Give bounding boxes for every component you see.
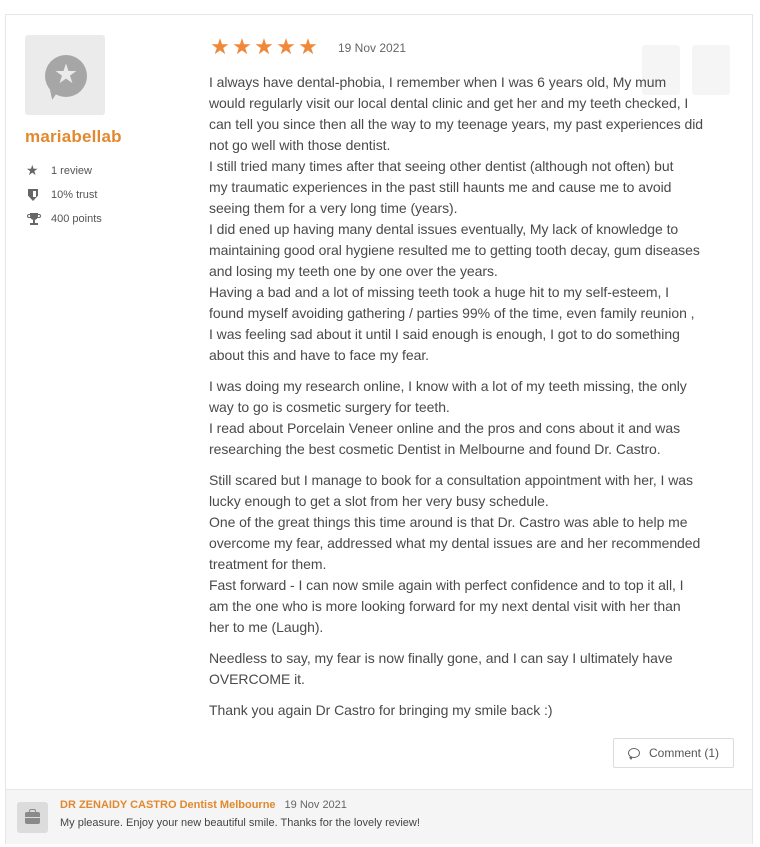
review-card: ★ mariabellab ★ 1 review 10% trust 400 p… [5, 14, 753, 844]
avatar-star-icon: ★ [53, 59, 79, 90]
stat-reviews-text: 1 review [51, 165, 92, 177]
review-line: Having a bad and a lot of missing teeth … [209, 284, 670, 300]
review-line: I did ened up having many dental issues … [209, 221, 679, 237]
review-line: Thank you again Dr Castro for bringing m… [209, 702, 553, 718]
review-paragraph: I was doing my research online, I know w… [209, 376, 739, 460]
review-line: found myself avoiding gathering / partie… [209, 305, 695, 321]
review-line: OVERCOME it. [209, 671, 305, 687]
comment-bubble-icon [627, 748, 640, 760]
owner-reply: DR ZENAIDY CASTRO Dentist Melbourne 19 N… [6, 789, 752, 844]
reply-message: My pleasure. Enjoy your new beautiful sm… [60, 817, 420, 829]
briefcase-icon [17, 802, 48, 833]
reply-header: DR ZENAIDY CASTRO Dentist Melbourne 19 N… [60, 799, 347, 811]
review-line: Fast forward - I can now smile again wit… [209, 577, 684, 593]
review-line: would regularly visit our local dental c… [209, 95, 689, 111]
review-line: lucky enough to get a slot from her very… [209, 493, 549, 509]
stat-points: 400 points [25, 207, 102, 231]
review-paragraph: Thank you again Dr Castro for bringing m… [209, 700, 739, 721]
rating-star-icon: ★ [276, 35, 296, 60]
shield-icon [28, 189, 38, 201]
comment-button[interactable]: Comment (1) [613, 738, 734, 768]
review-line: I was feeling sad about it until I said … [209, 326, 680, 342]
review-paragraph: I always have dental-phobia, I remember … [209, 72, 739, 366]
comment-button-label: Comment (1) [648, 746, 719, 760]
review-line: am the one who is more looking forward f… [209, 598, 681, 614]
review-line: researching the best cosmetic Dentist in… [209, 441, 661, 457]
stat-points-text: 400 points [51, 213, 102, 225]
review-paragraph: Still scared but I manage to book for a … [209, 470, 739, 638]
rating-star-icon: ★ [232, 35, 252, 60]
review-line: not go well with those dentist. [209, 137, 391, 153]
trophy-icon [27, 212, 41, 226]
reply-date: 19 Nov 2021 [284, 799, 347, 811]
review-line: and losing my teeth one by one over the … [209, 263, 498, 279]
review-line: I still tried many times after that seei… [209, 158, 674, 174]
stat-trust: 10% trust [25, 183, 102, 207]
star-rating: ★ ★ ★ ★ ★ [209, 37, 319, 59]
stat-reviews: ★ 1 review [25, 159, 102, 183]
review-body: I always have dental-phobia, I remember … [209, 72, 739, 731]
review-line: treatment for them. [209, 556, 327, 572]
review-line: her to me (Laugh). [209, 619, 324, 635]
review-line: maintaining good oral hygiene resulted m… [209, 242, 700, 258]
review-line: my traumatic experiences in the past sti… [209, 179, 672, 195]
review-line: seeing them for a very long time (years)… [209, 200, 458, 216]
review-date: 19 Nov 2021 [338, 41, 407, 55]
review-line: I always have dental-phobia, I remember … [209, 74, 667, 90]
review-paragraph: Needless to say, my fear is now finally … [209, 648, 739, 690]
stat-trust-text: 10% trust [51, 189, 98, 201]
rating-row: ★ ★ ★ ★ ★ 19 Nov 2021 [209, 37, 406, 59]
review-line: Still scared but I manage to book for a … [209, 472, 693, 488]
review-line: way to go is cosmetic surgery for teeth. [209, 399, 450, 415]
review-line: can tell you since then all the way to m… [209, 116, 704, 132]
review-line: One of the great things this time around… [209, 514, 688, 530]
reviewer-stats: ★ 1 review 10% trust 400 points [25, 159, 102, 231]
review-line: about this and have to face my fear. [209, 347, 430, 363]
review-line: I read about Porcelain Veneer online and… [209, 420, 681, 436]
avatar[interactable]: ★ [25, 35, 105, 115]
review-line: Needless to say, my fear is now finally … [209, 650, 673, 666]
review-line: I was doing my research online, I know w… [209, 378, 687, 394]
rating-star-icon: ★ [254, 35, 274, 60]
rating-star-icon: ★ [210, 35, 230, 60]
reply-author[interactable]: DR ZENAIDY CASTRO Dentist Melbourne [60, 799, 276, 811]
review-line: overcome my fear, addressed what my dent… [209, 535, 701, 551]
star-icon: ★ [26, 163, 39, 179]
reviewer-username[interactable]: mariabellab [25, 127, 122, 147]
rating-star-icon: ★ [298, 35, 318, 60]
